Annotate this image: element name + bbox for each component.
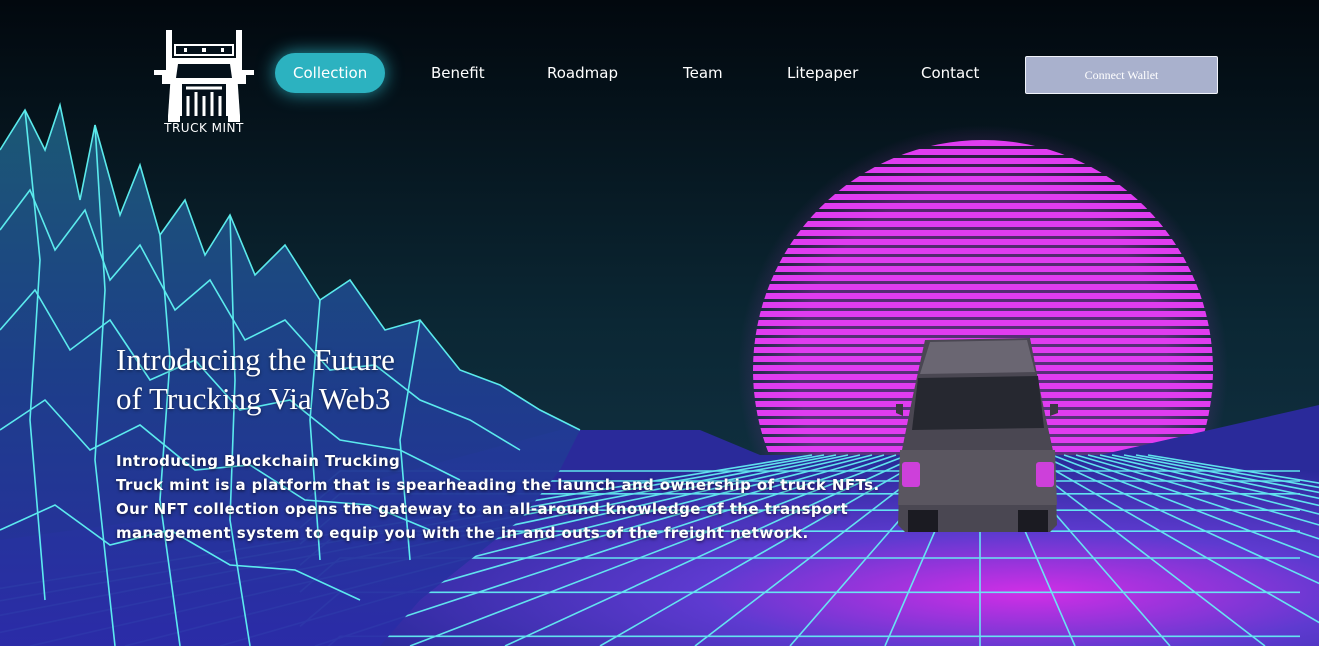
nav-litepaper[interactable]: Litepaper [787,53,858,93]
hero-description-line: Truck mint is a platform that is spearhe… [116,476,880,494]
nav-collection[interactable]: Collection [275,53,386,93]
hero-title-line-2: of Trucking Via Web3 [116,381,391,416]
hero-title: Introducing the Future of Trucking Via W… [116,340,536,418]
hero-description-line: Our NFT collection opens the gateway to … [116,500,849,518]
nav-benefit[interactable]: Benefit [431,53,485,93]
hero-description: Introducing Blockchain Trucking Truck mi… [116,449,956,545]
nav-roadmap[interactable]: Roadmap [547,53,618,93]
hero-subheading: Introducing Blockchain Trucking [116,452,401,470]
nav-contact[interactable]: Contact [921,53,979,93]
hero-title-line-1: Introducing the Future [116,342,395,377]
hero-description-line: management system to equip you with the … [116,524,809,542]
nav-team[interactable]: Team [683,53,723,93]
connect-wallet-button[interactable]: Connect Wallet [1025,56,1218,94]
semi-truck-logo-icon [154,30,254,122]
brand-name: TRUCK MINT [164,121,244,135]
